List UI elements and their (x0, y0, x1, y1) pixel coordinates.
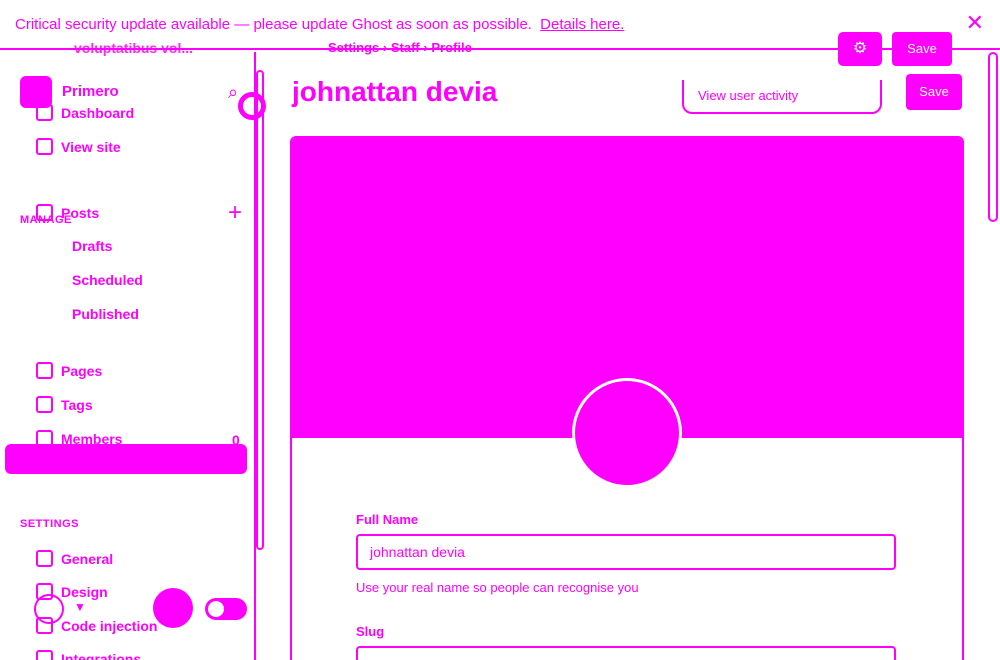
sidebar-active-highlight (5, 444, 247, 474)
home-icon (36, 104, 53, 121)
sidebar-item-pages[interactable]: Pages (36, 362, 102, 379)
save-button[interactable]: Save (906, 74, 962, 110)
full-name-field[interactable]: johnattan devia (356, 534, 896, 570)
add-post-icon[interactable]: + (228, 201, 242, 225)
integrations-icon (36, 650, 53, 660)
tag-icon (36, 396, 53, 413)
sidebar-item-scheduled[interactable]: Scheduled (72, 272, 143, 288)
sidebar: Primero ⌕ Dashboard View site MANAGE + P… (0, 52, 256, 660)
main-content: Settings › Staff › Profile ⚙ Save johnat… (266, 32, 1000, 660)
theme-indicator (153, 588, 193, 628)
breadcrumb-settings[interactable]: Settings (328, 40, 379, 55)
posts-icon (36, 204, 53, 221)
close-icon[interactable]: ✕ (966, 12, 984, 34)
save-button-secondary[interactable]: Save (892, 32, 952, 66)
scrollbar-knob-icon[interactable] (238, 92, 266, 120)
gear-icon[interactable]: ⚙ (838, 32, 882, 66)
breadcrumb-profile: Profile (431, 40, 472, 55)
breadcrumb: Settings › Staff › Profile (328, 40, 472, 55)
banner-details-link[interactable]: Details here. (540, 16, 624, 33)
site-name: Primero (62, 83, 119, 100)
banner-message: Critical security update available — ple… (15, 16, 625, 33)
members-icon (36, 430, 53, 447)
slug-label: Slug (356, 624, 385, 639)
sidebar-item-dashboard[interactable]: Dashboard (36, 104, 134, 121)
full-name-label: Full Name (356, 512, 419, 527)
sidebar-item-published[interactable]: Published (72, 306, 139, 322)
settings-section-label: SETTINGS (20, 518, 80, 530)
sidebar-item-integrations[interactable]: Integrations (36, 650, 141, 660)
full-name-hint: Use your real name so people can recogni… (356, 580, 639, 595)
avatar[interactable] (34, 594, 64, 624)
chevron-right-icon: › (382, 40, 391, 55)
night-mode-toggle[interactable] (205, 598, 247, 620)
sidebar-item-tags[interactable]: Tags (36, 396, 93, 413)
pages-icon (36, 362, 53, 379)
sidebar-item-drafts[interactable]: Drafts (72, 238, 112, 254)
main-scrollbar[interactable] (988, 52, 998, 222)
slug-field[interactable] (356, 646, 896, 660)
sidebar-scrollbar[interactable] (256, 70, 264, 550)
gear-icon (36, 550, 53, 567)
sidebar-item-posts[interactable]: Posts (36, 204, 99, 221)
breadcrumb-staff[interactable]: Staff (391, 40, 420, 55)
sidebar-item-members[interactable]: Members (36, 430, 122, 447)
sidebar-item-view-site[interactable]: View site (36, 138, 121, 155)
profile-picture[interactable] (572, 378, 682, 488)
page-title: johnattan devia (292, 76, 498, 107)
profile-card: Full Name johnattan devia Use your real … (290, 136, 964, 660)
search-icon[interactable]: ⌕ (228, 82, 238, 103)
chevron-down-icon[interactable]: ▼ (74, 600, 86, 614)
view-user-activity-button[interactable]: View user activity (682, 80, 882, 114)
members-count: 0 (232, 432, 240, 448)
sidebar-item-general[interactable]: General (36, 550, 113, 567)
view-site-icon (36, 138, 53, 155)
